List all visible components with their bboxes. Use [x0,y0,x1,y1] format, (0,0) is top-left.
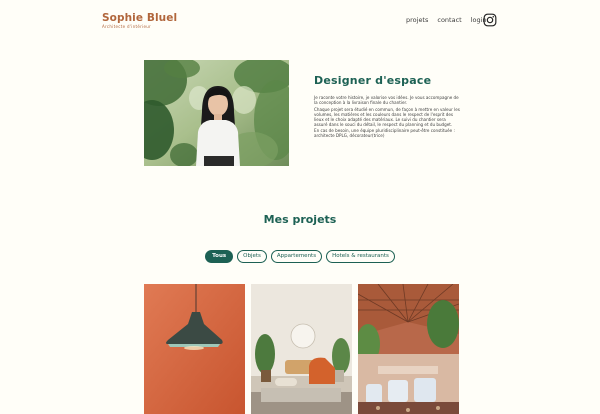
nav-link-projets[interactable]: projets [406,16,428,24]
filter-objets[interactable]: Objets [237,250,267,263]
filter-appartements[interactable]: Appartements [270,250,323,263]
filter-hotels-restaurants[interactable]: Hotels & restaurants [326,250,395,263]
intro-paragraph: Chaque projet sera étudié en commun, de … [314,106,460,127]
nav-link-contact[interactable]: contact [437,16,461,24]
logo-name: Sophie Bluel [102,12,178,24]
projects-title: Mes projets [263,213,337,226]
instagram-icon[interactable] [483,13,497,27]
project-tile[interactable] [251,284,352,414]
project-tile[interactable] [358,284,459,414]
site-header: Sophie Bluel Architecte d'intérieur proj… [0,0,600,40]
designer-photo [144,60,289,166]
restaurant-image [358,284,459,414]
filter-tous[interactable]: Tous [205,250,234,263]
living-room-image [251,284,352,414]
pendant-lamp-image [144,284,245,414]
project-tile[interactable] [144,284,245,414]
intro-text: Je raconte votre histoire, je valorise v… [314,95,460,141]
intro-paragraph: Je raconte votre histoire, je valorise v… [314,95,459,105]
intro-paragraph: En cas de besoin, une équipe pluridiscip… [314,128,455,139]
filter-bar: Tous Objets Appartements Hotels & restau… [0,250,600,263]
logo-subtitle: Architecte d'intérieur [102,24,151,29]
project-gallery [144,284,459,414]
intro-title: Designer d'espace [314,74,432,87]
logo[interactable]: Sophie Bluel Architecte d'intérieur [102,12,178,30]
main-nav: projets contact login [406,16,487,24]
